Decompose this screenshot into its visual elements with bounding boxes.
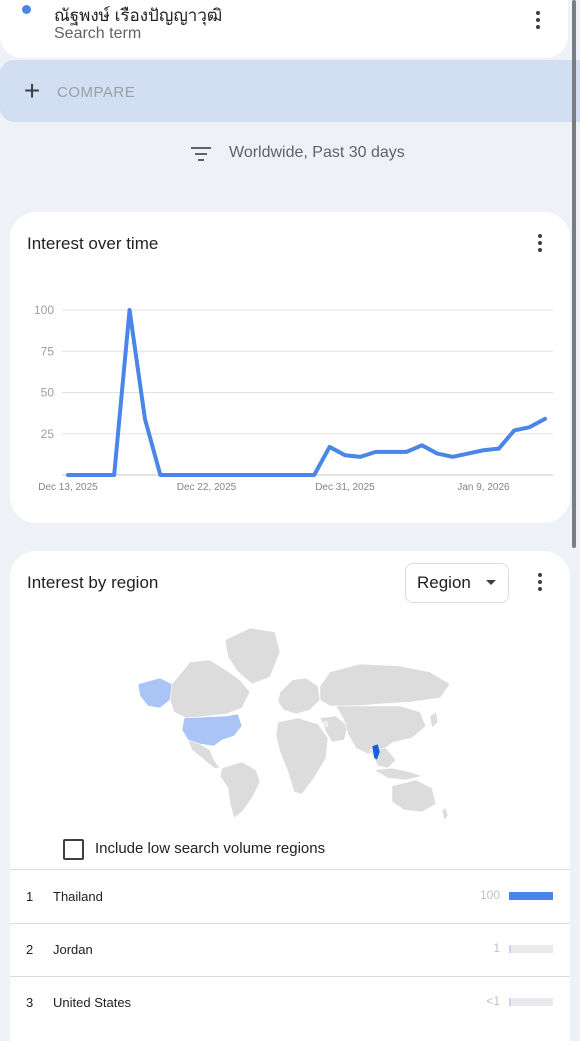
data-point[interactable] xyxy=(374,450,378,454)
data-point[interactable] xyxy=(312,473,316,477)
data-point[interactable] xyxy=(420,443,424,447)
region-rank: 3 xyxy=(26,995,34,1010)
y-tick-label: 25 xyxy=(41,427,55,441)
plus-icon[interactable]: + xyxy=(20,73,44,109)
region-select-value: Region xyxy=(417,573,471,592)
map-region-alaska xyxy=(137,677,173,709)
x-tick-label: Jan 9, 2026 xyxy=(457,482,510,493)
region-rank: 1 xyxy=(26,889,34,904)
y-tick-label: 100 xyxy=(34,303,54,317)
region-rank: 2 xyxy=(26,942,34,957)
data-point[interactable] xyxy=(297,473,301,477)
map-region-indonesia xyxy=(373,767,424,781)
filter-summary[interactable]: Worldwide, Past 30 days xyxy=(229,144,405,162)
data-point[interactable] xyxy=(512,428,516,432)
data-point[interactable] xyxy=(266,473,270,477)
region-bar-fill xyxy=(509,945,511,953)
region-value: <1 xyxy=(486,994,500,1008)
term-color-dot xyxy=(22,5,31,14)
term-more-icon[interactable] xyxy=(528,8,548,34)
data-point[interactable] xyxy=(466,452,470,456)
data-point[interactable] xyxy=(497,447,501,451)
data-point[interactable] xyxy=(543,417,547,421)
chart-more-icon[interactable] xyxy=(530,231,550,257)
data-point[interactable] xyxy=(328,445,332,449)
y-tick-label: 50 xyxy=(41,386,55,400)
region-bar-fill xyxy=(509,998,511,1006)
data-point[interactable] xyxy=(389,450,393,454)
search-term-subtitle: Search term xyxy=(54,25,142,42)
data-point[interactable] xyxy=(81,473,85,477)
scrollbar[interactable] xyxy=(572,0,576,548)
x-tick-label: Dec 31, 2025 xyxy=(315,482,375,493)
data-point[interactable] xyxy=(112,473,116,477)
data-point[interactable] xyxy=(358,455,362,459)
data-point[interactable] xyxy=(189,473,193,477)
filter-icon[interactable] xyxy=(190,145,212,163)
data-point[interactable] xyxy=(481,448,485,452)
region-value: 1 xyxy=(493,941,500,955)
map-region-europe xyxy=(277,677,321,715)
data-point[interactable] xyxy=(451,455,455,459)
region-name[interactable]: Jordan xyxy=(53,942,93,957)
compare-label[interactable]: COMPARE xyxy=(57,84,135,101)
data-point[interactable] xyxy=(97,473,101,477)
data-point[interactable] xyxy=(435,452,439,456)
world-map[interactable] xyxy=(130,622,460,822)
map-region-south-america xyxy=(219,761,261,819)
dropdown-caret-icon xyxy=(486,580,496,585)
data-point[interactable] xyxy=(220,473,224,477)
map-region-asia xyxy=(335,705,427,755)
data-point[interactable] xyxy=(405,450,409,454)
data-point[interactable] xyxy=(528,425,532,429)
data-point[interactable] xyxy=(343,453,347,457)
data-point[interactable] xyxy=(204,473,208,477)
data-point[interactable] xyxy=(128,308,132,312)
region-bar xyxy=(509,892,553,900)
interest-by-region-title: Interest by region xyxy=(27,573,159,592)
x-tick-label: Dec 13, 2025 xyxy=(38,482,98,493)
region-bar xyxy=(509,998,553,1006)
map-region-russia xyxy=(319,663,451,707)
region-select[interactable]: Region xyxy=(405,563,509,603)
interest-over-time-title: Interest over time xyxy=(27,234,159,253)
data-point[interactable] xyxy=(174,473,178,477)
data-point[interactable] xyxy=(251,473,255,477)
data-point[interactable] xyxy=(143,417,147,421)
region-bar xyxy=(509,945,553,953)
y-tick-label: 75 xyxy=(41,344,55,358)
map-region-jordan xyxy=(322,720,329,728)
region-name[interactable]: United States xyxy=(53,995,131,1010)
region-bar-fill xyxy=(509,892,553,900)
map-region-africa xyxy=(275,717,329,795)
data-point[interactable] xyxy=(235,473,239,477)
map-region-japan xyxy=(429,711,439,729)
data-point[interactable] xyxy=(158,473,162,477)
x-tick-label: Dec 22, 2025 xyxy=(177,482,237,493)
interest-chart: 100 75 50 25 Dec 13, 2025 Dec 22, 2025 Dec 31… xyxy=(34,303,553,493)
region-name[interactable]: Thailand xyxy=(53,889,103,904)
data-point[interactable] xyxy=(66,473,70,477)
low-volume-label[interactable]: Include low search volume regions xyxy=(95,840,325,857)
map-region-new-zealand xyxy=(441,807,449,821)
map-region-australia xyxy=(391,779,437,813)
region-value: 100 xyxy=(479,888,500,902)
region-more-icon[interactable] xyxy=(530,570,550,596)
data-point[interactable] xyxy=(281,473,285,477)
low-volume-checkbox[interactable] xyxy=(63,839,84,860)
